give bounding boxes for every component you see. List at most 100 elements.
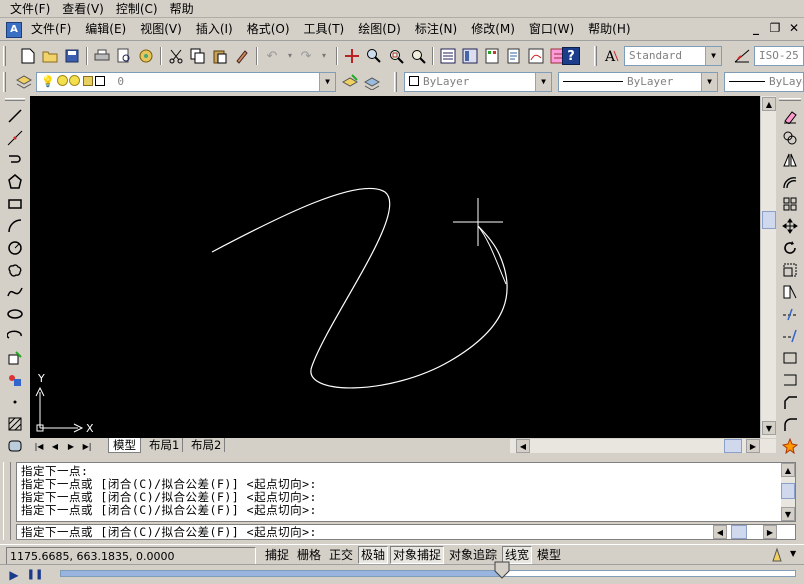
menu-control[interactable]: 控制(C) — [110, 0, 164, 18]
toggle-snap[interactable]: 捕捉 — [262, 546, 292, 564]
revision-cloud-icon[interactable] — [5, 260, 25, 280]
toggle-ortho[interactable]: 正交 — [326, 546, 356, 564]
menu-help[interactable]: 帮助 — [164, 0, 200, 18]
canvas-hscrollbar[interactable]: ◀ ▶ — [510, 439, 776, 453]
line-icon[interactable] — [5, 106, 25, 126]
redo-dropdown-icon[interactable]: ▾ — [314, 46, 334, 66]
prompt-scroll-thumb[interactable] — [731, 525, 747, 539]
tray-settings-icon[interactable] — [770, 547, 786, 563]
copy-object-icon[interactable] — [780, 128, 800, 148]
print-preview-icon[interactable] — [114, 46, 134, 66]
offset-icon[interactable] — [780, 172, 800, 192]
scroll-right-icon[interactable]: ▶ — [746, 439, 760, 453]
toggle-polar[interactable]: 极轴 — [358, 546, 389, 564]
trim-icon[interactable] — [780, 304, 800, 324]
tab-model[interactable]: 模型 — [108, 438, 141, 453]
dim-style-select[interactable]: ISO-25 — [754, 46, 804, 66]
rectangle-icon[interactable] — [5, 194, 25, 214]
toggle-model[interactable]: 模型 — [534, 546, 564, 564]
history-scroll-down-icon[interactable]: ▼ — [781, 507, 795, 521]
polygon-icon[interactable] — [5, 172, 25, 192]
history-scroll-thumb[interactable] — [781, 483, 795, 499]
hscroll-thumb[interactable] — [724, 439, 742, 453]
toggle-osnap[interactable]: 对象捕捉 — [390, 546, 445, 564]
text-style-select[interactable]: Standard ▼ — [624, 46, 722, 66]
app-icon[interactable]: A — [6, 22, 22, 38]
menu-item-view[interactable]: 视图(V) — [133, 19, 189, 39]
menu-item-window[interactable]: 窗口(W) — [522, 19, 581, 39]
layer-previous-icon[interactable] — [362, 72, 382, 92]
dim-style-icon[interactable] — [732, 46, 752, 66]
extend-icon[interactable] — [780, 326, 800, 346]
pan-realtime-icon[interactable] — [342, 46, 362, 66]
mirror-icon[interactable] — [780, 150, 800, 170]
make-current-layer-icon[interactable] — [340, 72, 360, 92]
paste-icon[interactable] — [210, 46, 230, 66]
zoom-window-icon[interactable] — [386, 46, 406, 66]
design-center-icon[interactable] — [460, 46, 480, 66]
pause-icon[interactable]: ❚❚ — [26, 567, 44, 583]
last-tab-icon[interactable]: ▶| — [80, 440, 94, 453]
construction-line-icon[interactable] — [5, 128, 25, 148]
scale-icon[interactable] — [780, 260, 800, 280]
history-scrollbar[interactable]: ▲ ▼ — [781, 463, 795, 521]
close-button[interactable]: ✕ — [786, 21, 802, 37]
erase-icon[interactable] — [780, 106, 800, 126]
break-at-point-icon[interactable] — [780, 348, 800, 368]
properties-icon[interactable] — [438, 46, 458, 66]
history-scroll-up-icon[interactable]: ▲ — [781, 463, 795, 477]
menu-item-dimension[interactable]: 标注(N) — [408, 19, 464, 39]
stretch-icon[interactable] — [780, 282, 800, 302]
rotate-icon[interactable] — [780, 238, 800, 258]
print-icon[interactable] — [92, 46, 112, 66]
color-select[interactable]: ByLayer ▼ — [404, 72, 552, 92]
circle-icon[interactable] — [5, 238, 25, 258]
fillet-icon[interactable] — [780, 414, 800, 434]
command-input[interactable]: 指定下一点或 [闭合(C)/拟合公差(F)] <起点切向>: ◀ ▶ — [16, 524, 796, 540]
toggle-grid[interactable]: 栅格 — [294, 546, 324, 564]
vscroll-thumb[interactable] — [762, 211, 776, 229]
toolbar-grip[interactable] — [594, 46, 597, 66]
publish-icon[interactable] — [136, 46, 156, 66]
menu-item-insert[interactable]: 插入(I) — [189, 19, 240, 39]
array-icon[interactable] — [780, 194, 800, 214]
toolbar-grip[interactable] — [3, 72, 6, 92]
region-icon[interactable] — [5, 436, 25, 456]
text-style-icon[interactable]: A — [602, 46, 622, 66]
toolbar-grip[interactable] — [394, 72, 397, 92]
menu-item-draw[interactable]: 绘图(D) — [351, 19, 408, 39]
polyline-icon[interactable] — [5, 150, 25, 170]
menu-file[interactable]: 文件(F) — [4, 0, 56, 18]
menu-item-format[interactable]: 格式(O) — [240, 19, 297, 39]
menu-item-modify[interactable]: 修改(M) — [464, 19, 522, 39]
command-grip[interactable] — [3, 462, 11, 540]
move-icon[interactable] — [780, 216, 800, 236]
break-icon[interactable] — [780, 370, 800, 390]
status-menu-icon[interactable]: ▼ — [790, 549, 796, 558]
chamfer-icon[interactable] — [780, 392, 800, 412]
first-tab-icon[interactable]: |◀ — [32, 440, 46, 453]
tab-layout2[interactable]: 布局2 — [188, 438, 226, 452]
tool-palettes-icon[interactable] — [482, 46, 502, 66]
layer-manager-icon[interactable] — [14, 72, 34, 92]
toggle-otrack[interactable]: 对象追踪 — [446, 546, 500, 564]
arc-icon[interactable] — [5, 216, 25, 236]
menu-item-edit[interactable]: 编辑(E) — [78, 19, 133, 39]
coordinate-display[interactable]: 1175.6685, 663.1835, 0.0000 — [6, 547, 256, 565]
canvas-vscrollbar[interactable]: ▲ ▼ — [760, 96, 776, 438]
menu-item-tools[interactable]: 工具(T) — [297, 19, 352, 39]
ellipse-icon[interactable] — [5, 304, 25, 324]
play-icon[interactable]: ▶ — [6, 567, 22, 583]
save-icon[interactable] — [62, 46, 82, 66]
drawing-canvas[interactable]: Y X — [30, 96, 760, 438]
open-icon[interactable] — [40, 46, 60, 66]
lineweight-select[interactable]: ByLayer — [724, 72, 804, 92]
linetype-select[interactable]: ByLayer ▼ — [558, 72, 718, 92]
match-properties-icon[interactable] — [232, 46, 252, 66]
next-tab-icon[interactable]: ▶ — [64, 440, 78, 453]
minimize-button[interactable]: _ — [748, 21, 764, 37]
menu-item-file[interactable]: 文件(F) — [24, 19, 78, 39]
spline-icon[interactable] — [5, 282, 25, 302]
menu-view[interactable]: 查看(V) — [56, 0, 110, 18]
prompt-scroll-right-icon[interactable]: ▶ — [763, 525, 777, 539]
